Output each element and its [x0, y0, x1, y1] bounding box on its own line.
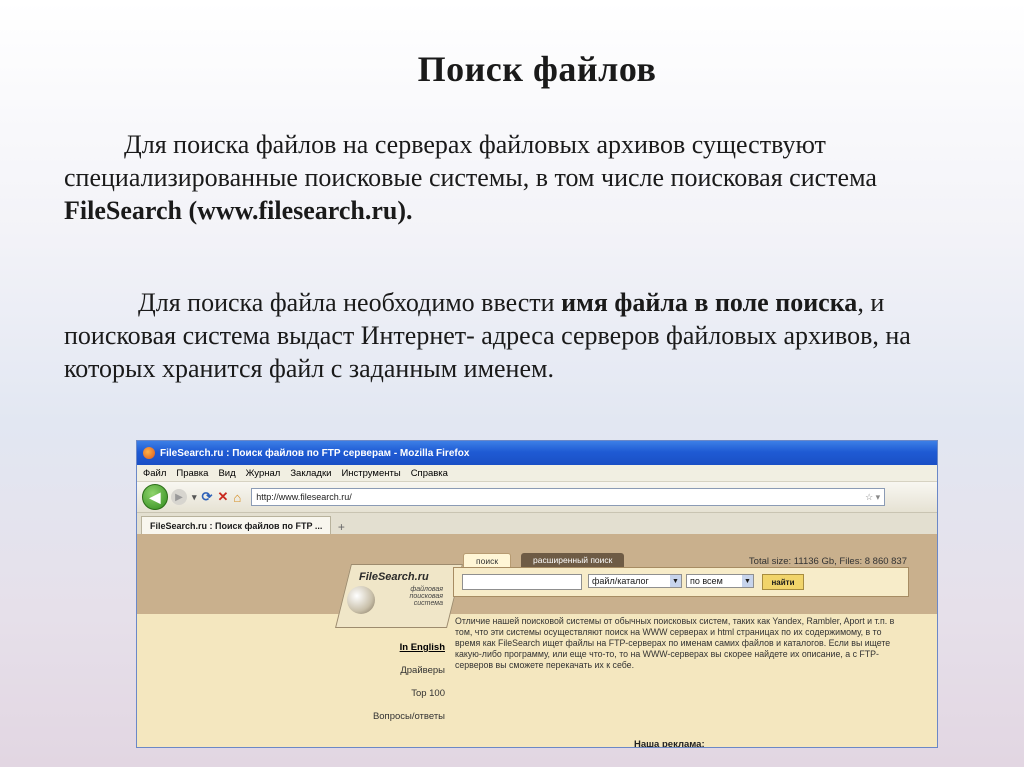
type-select[interactable]: файл/каталог ▼ [588, 574, 682, 588]
menu-bookmarks[interactable]: Закладки [290, 468, 331, 479]
browser-titlebar: FileSearch.ru : Поиск файлов по FTP серв… [137, 441, 937, 465]
new-tab-icon[interactable]: + [331, 519, 351, 535]
scope-select[interactable]: по всем ▼ [686, 574, 754, 588]
paragraph-2: Для поиска файла необходимо ввести имя ф… [64, 286, 984, 385]
tab-bar: FileSearch.ru : Поиск файлов по FTP ... … [137, 513, 937, 536]
site-nav: In English Драйверы Top 100 Вопросы/отве… [357, 642, 445, 734]
tab-label: FileSearch.ru : Поиск файлов по FTP ... [150, 521, 323, 531]
type-select-value: файл/каталог [592, 576, 649, 586]
home-icon[interactable]: ⌂ [233, 490, 241, 505]
address-bar[interactable]: http://www.filesearch.ru/ ☆ ▾ [251, 488, 886, 506]
paragraph-1-bold: FileSearch (www.filesearch.ru). [64, 196, 413, 225]
nav-top100[interactable]: Top 100 [357, 688, 445, 699]
menu-file[interactable]: Файл [143, 468, 166, 479]
menu-help[interactable]: Справка [411, 468, 448, 479]
search-panel: файл/каталог ▼ по всем ▼ найти [453, 567, 909, 597]
slide-title: Поиск файлов [417, 49, 657, 89]
navigation-toolbar: ◀ ▶ ▾ ⟳ ✕ ⌂ http://www.filesearch.ru/ ☆ … [137, 482, 937, 513]
search-button[interactable]: найти [762, 574, 804, 590]
reload-icon[interactable]: ⟳ [202, 489, 213, 505]
page-content: Total size: 11136 Gb, Files: 8 860 837 F… [137, 534, 937, 747]
chevron-down-icon: ▼ [742, 575, 753, 587]
menu-view[interactable]: Вид [218, 468, 235, 479]
menu-edit[interactable]: Правка [176, 468, 208, 479]
tab-filesearch[interactable]: FileSearch.ru : Поиск файлов по FTP ... [141, 516, 332, 535]
tab-search[interactable]: поиск [463, 553, 512, 568]
ad-heading: Наша реклама: [634, 739, 705, 748]
search-input[interactable] [462, 574, 582, 590]
site-description: Отличие нашей поисковой системы от обычн… [455, 616, 895, 670]
menu-tools[interactable]: Инструменты [341, 468, 400, 479]
chevron-down-icon: ▼ [670, 575, 681, 587]
firefox-icon [143, 447, 155, 459]
site-logo-subtitle: файловая поисковая система [409, 586, 443, 607]
nav-drivers[interactable]: Драйверы [357, 665, 445, 676]
menu-history[interactable]: Журнал [246, 468, 281, 479]
tab-advanced-search[interactable]: расширенный поиск [521, 553, 625, 567]
nav-english[interactable]: In English [357, 642, 445, 653]
back-icon[interactable]: ◀ [142, 484, 168, 510]
forward-icon[interactable]: ▶ [171, 489, 187, 505]
logo-disc-icon [347, 586, 375, 614]
paragraph-1-text: Для поиска файлов на серверах файловых а… [64, 130, 877, 192]
stop-icon[interactable]: ✕ [217, 489, 228, 505]
site-stats: Total size: 11136 Gb, Files: 8 860 837 [748, 556, 907, 567]
paragraph-2-bold: имя файла в поле поиска [561, 288, 858, 317]
browser-window: FileSearch.ru : Поиск файлов по FTP серв… [136, 440, 938, 748]
scope-select-value: по всем [690, 576, 723, 586]
paragraph-2-text-a: Для поиска файла необходимо ввести [138, 288, 562, 317]
star-icon[interactable]: ☆ ▾ [865, 492, 880, 503]
history-dropdown-icon[interactable]: ▾ [192, 492, 197, 503]
paragraph-1: Для поиска файлов на серверах файловых а… [64, 128, 984, 227]
window-title: FileSearch.ru : Поиск файлов по FTP серв… [160, 447, 470, 459]
nav-faq[interactable]: Вопросы/ответы [357, 711, 445, 722]
menu-bar: Файл Правка Вид Журнал Закладки Инструме… [137, 465, 937, 482]
site-logo[interactable]: FileSearch.ru [359, 571, 429, 583]
url-text: http://www.filesearch.ru/ [256, 492, 352, 502]
